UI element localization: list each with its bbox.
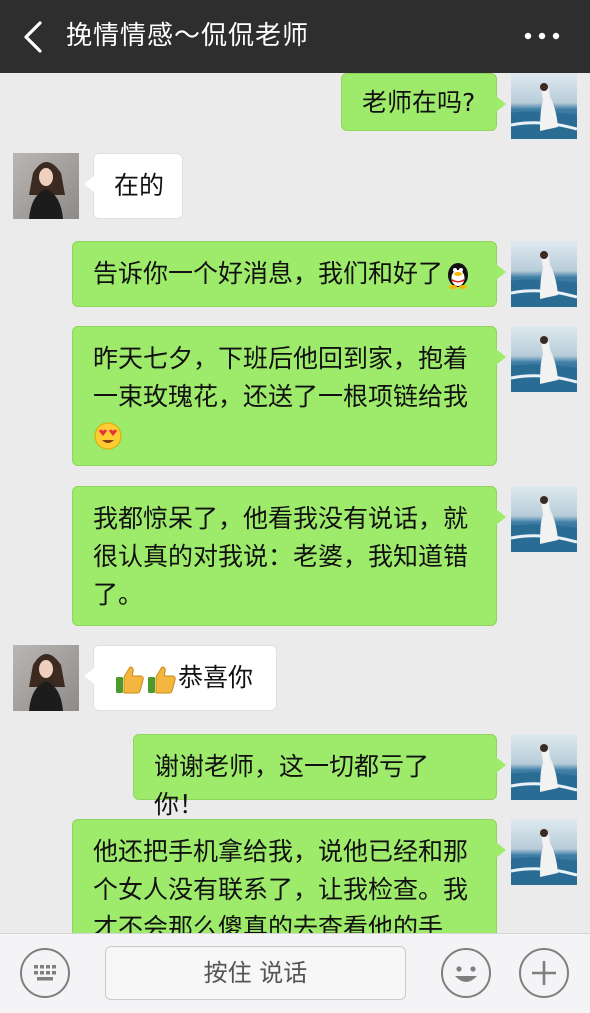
- message-row: 告诉你一个好消息，我们和好了: [0, 241, 590, 307]
- user-avatar[interactable]: [511, 326, 577, 392]
- add-attachment-button[interactable]: [519, 948, 569, 998]
- penguin-emoji: [448, 263, 469, 289]
- sent-message-bubble[interactable]: 他还把手机拿给我，说他已经和那 个女人没有联系了，让我检查。我 才不会那么傻真的…: [72, 819, 506, 933]
- teacher-avatar[interactable]: [13, 645, 79, 711]
- user-avatar[interactable]: [511, 486, 577, 552]
- message-text-line: 我都惊呆了，他看我没有说话，就: [93, 504, 469, 533]
- message-row: 他还把手机拿给我，说他已经和那 个女人没有联系了，让我检查。我 才不会那么傻真的…: [0, 819, 590, 933]
- sent-message-bubble[interactable]: 老师在吗?: [341, 73, 506, 131]
- smiley-icon: [455, 966, 477, 982]
- keyboard-icon: [34, 965, 56, 981]
- received-message-bubble[interactable]: 恭喜你: [84, 645, 277, 711]
- sent-message-bubble[interactable]: 告诉你一个好消息，我们和好了: [72, 241, 506, 307]
- user-avatar[interactable]: [511, 734, 577, 800]
- message-row: 恭喜你: [0, 645, 590, 711]
- user-avatar[interactable]: [511, 241, 577, 307]
- plus-icon: [532, 961, 556, 985]
- hold-to-talk-button[interactable]: 按住 说话: [105, 946, 406, 1000]
- chat-message-list[interactable]: 老师在吗? 在的 告诉你一个好消息，我们和好了 昨天七夕，下班后他回到家，抱着 …: [0, 73, 590, 933]
- message-text-line: 很认真的对我说：老婆，我知道错: [93, 542, 469, 571]
- message-row: 老师在吗?: [0, 73, 590, 139]
- message-text-line: 昨天七夕，下班后他回到家，抱着: [93, 344, 469, 373]
- chat-header: 挽情情感～侃侃老师: [0, 0, 590, 73]
- message-row: 我都惊呆了，他看我没有说话，就 很认真的对我说：老婆，我知道错 了。: [0, 486, 590, 626]
- keyboard-toggle-button[interactable]: [20, 948, 70, 998]
- message-text: 恭喜你: [178, 663, 254, 692]
- message-text-line: 一束玫瑰花，还送了一根项链给我: [93, 382, 469, 411]
- more-dots-icon[interactable]: [522, 22, 562, 50]
- sent-message-bubble[interactable]: 谢谢老师，这一切都亏了你！: [133, 734, 506, 819]
- message-row: 在的: [0, 153, 590, 219]
- message-text-line: 个女人没有联系了，让我检查。我: [93, 875, 469, 904]
- thumbs-up-emoji: [148, 666, 176, 694]
- chevron-left-icon[interactable]: [18, 20, 48, 54]
- message-text-line: 才不会那么傻真的去查看他的手: [93, 913, 444, 933]
- emoji-button[interactable]: [441, 948, 491, 998]
- message-text: 告诉你一个好消息，我们和好了: [93, 259, 444, 288]
- user-avatar[interactable]: [511, 73, 577, 139]
- chat-title: 挽情情感～侃侃老师: [66, 21, 310, 51]
- sent-message-bubble[interactable]: 我都惊呆了，他看我没有说话，就 很认真的对我说：老婆，我知道错 了。: [72, 486, 506, 626]
- thumbs-up-emoji: [116, 666, 144, 694]
- chat-input-bar: 按住 说话: [0, 933, 590, 1013]
- heart-eyes-emoji: [94, 422, 122, 450]
- message-text-line: 他还把手机拿给我，说他已经和那: [93, 837, 469, 866]
- message-row: 谢谢老师，这一切都亏了你！: [0, 734, 590, 819]
- message-text: 老师在吗?: [362, 88, 476, 117]
- message-text: 谢谢老师，这一切都亏了你！: [154, 752, 430, 819]
- sent-message-bubble[interactable]: 昨天七夕，下班后他回到家，抱着 一束玫瑰花，还送了一根项链给我: [72, 326, 506, 466]
- message-row: 昨天七夕，下班后他回到家，抱着 一束玫瑰花，还送了一根项链给我: [0, 326, 590, 466]
- user-avatar[interactable]: [511, 819, 577, 885]
- teacher-avatar[interactable]: [13, 153, 79, 219]
- received-message-bubble[interactable]: 在的: [84, 153, 183, 219]
- message-text: 在的: [114, 171, 165, 200]
- message-text-line: 了。: [93, 580, 144, 609]
